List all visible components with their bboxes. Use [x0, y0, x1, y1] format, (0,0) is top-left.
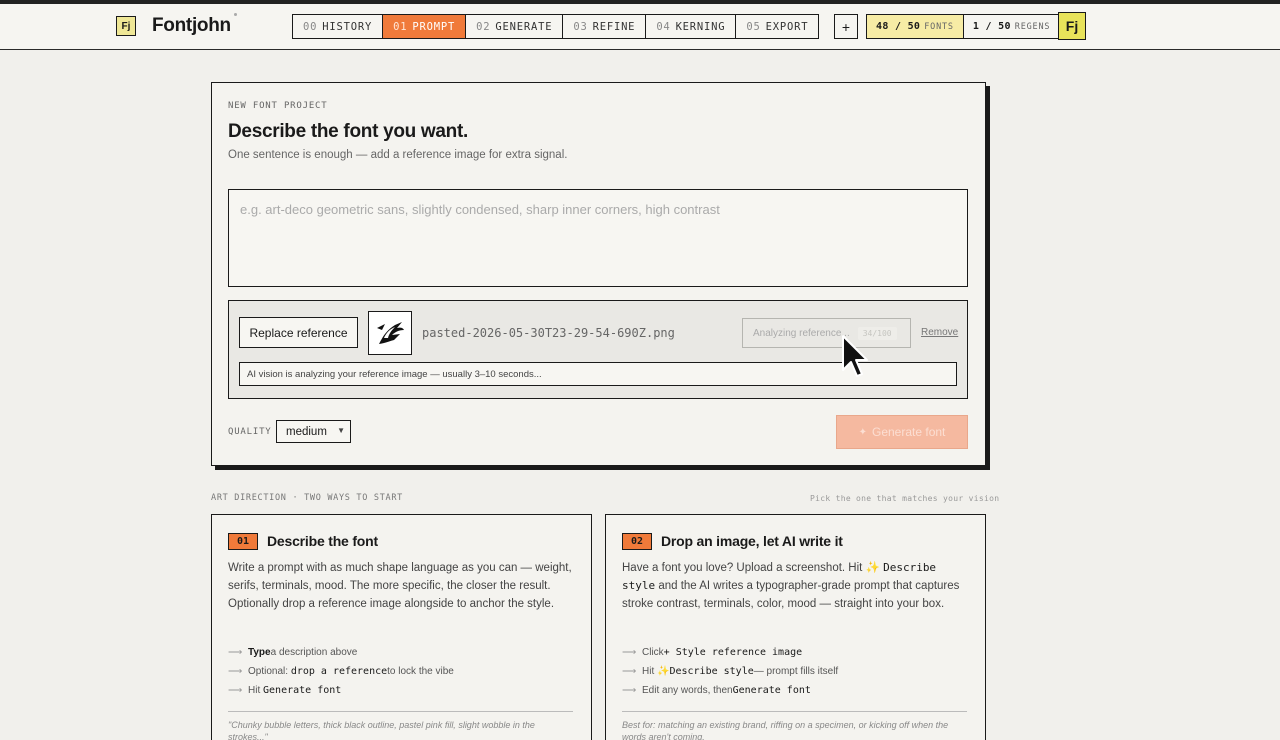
tab-export[interactable]: 05 EXPORT: [736, 15, 818, 38]
option-badge: 01: [228, 533, 258, 550]
tab-kerning[interactable]: 04 KERNING: [646, 15, 737, 38]
quota-badge: 48 / 50 FONTS 1 / 50 REGENS: [866, 14, 1061, 39]
analyze-label: Analyzing reference...: [753, 327, 850, 339]
arrow-right-icon: ⟶: [622, 647, 637, 658]
remove-reference-link[interactable]: Remove: [921, 327, 958, 338]
art-direction-hint: Pick the one that matches your vision: [810, 494, 1000, 503]
tab-refine[interactable]: 03 REFINE: [563, 15, 647, 38]
page-subtitle: One sentence is enough — add a reference…: [228, 149, 568, 161]
reference-filename: pasted-2026-05-30T23-29-54-690Z.png: [422, 326, 675, 340]
option-body: Have a font you love? Upload a screensho…: [622, 561, 960, 611]
top-edge: [0, 0, 1280, 4]
new-project-card: NEW FONT PROJECT Describe the font you w…: [211, 82, 986, 466]
option-badge: 02: [622, 533, 652, 550]
arrow-right-icon: ⟶: [622, 666, 637, 677]
replace-reference-button[interactable]: Replace reference: [239, 317, 358, 348]
divider: [622, 711, 967, 712]
quality-value: medium: [286, 425, 327, 438]
quality-select[interactable]: medium ▼: [276, 420, 351, 443]
list-item: ⟶ Edit any words, then Generate font: [622, 685, 811, 696]
analyze-reference-button: Analyzing reference... 34/100: [742, 318, 911, 348]
option-image-card[interactable]: 02 Drop an image, let AI write it Have a…: [605, 514, 986, 740]
arrow-right-icon: ⟶: [228, 666, 243, 677]
option-title: Describe the font: [267, 533, 378, 549]
brand-name[interactable]: Fontjohn: [152, 15, 231, 37]
tab-prompt[interactable]: 01 PROMPT: [383, 15, 467, 38]
option-example: "Chunky bubble letters, thick black outl…: [228, 720, 535, 740]
option-body: Write a prompt with as much shape langua…: [228, 562, 572, 611]
divider: [228, 711, 573, 712]
reference-glyph-icon: [377, 322, 404, 344]
sparkle-icon: ✦: [858, 426, 867, 438]
top-bar: Fj Fontjohn 00 HISTORY 01 PROMPT 02 GENERAT…: [0, 0, 1280, 50]
quality-label: QUALITY: [228, 427, 272, 437]
option-steps: ⟶ Type a description above ⟶ Optional: dro…: [228, 643, 573, 700]
list-item: ⟶ Click + Style reference image: [622, 647, 803, 658]
prompt-input[interactable]: e.g. art-deco geometric sans, slightly c…: [228, 189, 968, 287]
list-item: ⟶ Type a description above: [228, 647, 358, 658]
chevron-down-icon: ▼: [337, 426, 345, 435]
option-title: Drop an image, let AI write it: [661, 533, 843, 549]
arrow-right-icon: ⟶: [228, 685, 243, 696]
list-item: ⟶ Optional: drop a reference to lock the …: [228, 666, 454, 677]
avatar[interactable]: Fj: [1058, 12, 1086, 40]
reference-thumbnail[interactable]: [368, 311, 412, 355]
arrow-right-icon: ⟶: [622, 685, 637, 696]
tab-generate[interactable]: 02 GENERATE: [466, 15, 564, 38]
new-project-button[interactable]: +: [834, 14, 858, 39]
step-tabs: 00 HISTORY 01 PROMPT 02 GENERATE 03 REFINE 0…: [292, 14, 820, 39]
option-steps: ⟶ Click + Style reference image ⟶ Hit ✨ De…: [622, 643, 967, 700]
option-describe-card[interactable]: 01 Describe the font Write a prompt with…: [211, 514, 592, 740]
art-direction-heading: ART DIRECTION · TWO WAYS TO START: [211, 493, 403, 503]
mouse-cursor-icon: [842, 335, 868, 377]
tab-history[interactable]: 00 HISTORY: [293, 15, 384, 38]
page-title: Describe the font you want.: [228, 121, 468, 142]
fonts-quota: 48 / 50 FONTS: [867, 15, 964, 38]
list-item: ⟶ Hit ✨ Describe style — prompt fills its…: [622, 666, 839, 677]
list-item: ⟶ Hit Generate font: [228, 685, 342, 696]
arrow-right-icon: ⟶: [228, 647, 243, 658]
brand-dot: [234, 13, 237, 16]
generate-font-button[interactable]: ✦ Generate font: [836, 415, 968, 449]
regens-quota: 1 / 50 REGENS: [963, 15, 1060, 38]
logo-icon[interactable]: Fj: [116, 16, 136, 36]
card-eyebrow: NEW FONT PROJECT: [228, 101, 328, 111]
option-example: Best for: matching an existing brand, ri…: [622, 720, 949, 740]
